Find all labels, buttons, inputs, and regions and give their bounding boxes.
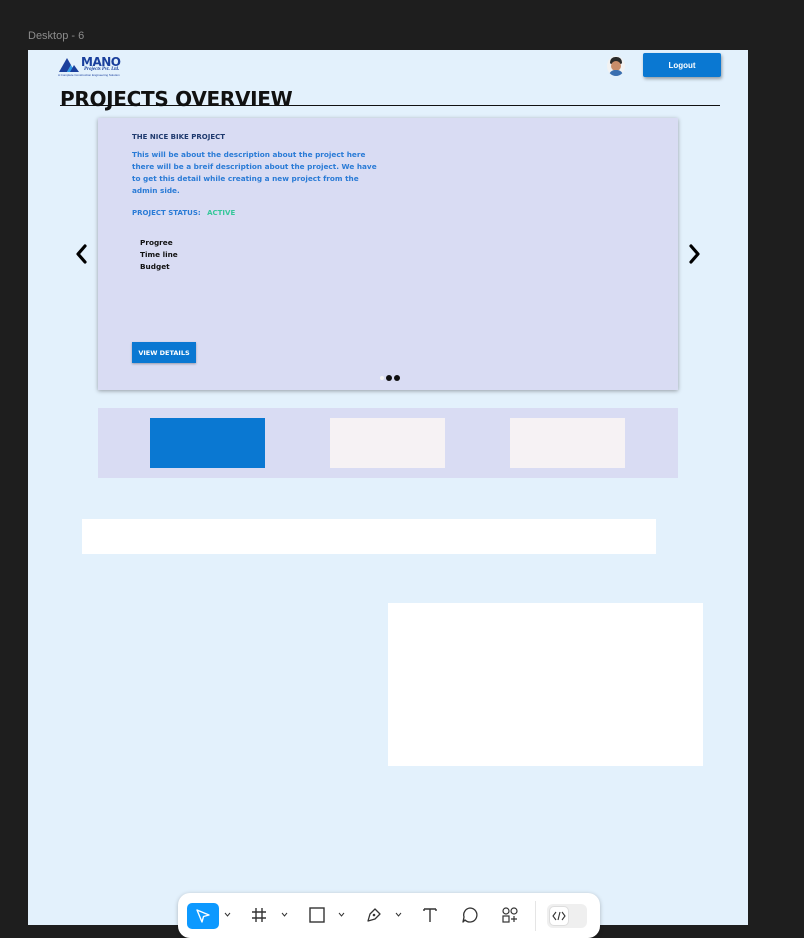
tab-3[interactable] bbox=[510, 418, 625, 468]
logo-mark-icon bbox=[59, 58, 79, 72]
tab-1[interactable] bbox=[150, 418, 265, 468]
company-logo[interactable]: MANO Projects Pvt. Ltd. A Complete Const… bbox=[58, 55, 133, 77]
status-label: PROJECT STATUS: bbox=[132, 209, 201, 217]
carousel-dot-2[interactable] bbox=[386, 375, 392, 381]
carousel-dot-1[interactable] bbox=[380, 376, 384, 380]
title-divider bbox=[60, 105, 720, 106]
content-bar-placeholder bbox=[82, 519, 656, 554]
frame-icon bbox=[252, 908, 266, 922]
metric-budget: Budget bbox=[140, 262, 170, 271]
chevron-right-icon bbox=[689, 244, 700, 264]
chevron-down-icon[interactable] bbox=[281, 912, 288, 917]
frame-label[interactable]: Desktop - 6 bbox=[28, 30, 84, 42]
actions-icon bbox=[502, 907, 518, 923]
text-tool[interactable] bbox=[421, 903, 439, 927]
chevron-down-icon[interactable] bbox=[224, 912, 231, 917]
tabs-band bbox=[98, 408, 678, 478]
project-status: PROJECT STATUS: ACTIVE bbox=[132, 209, 235, 217]
project-metrics: Progree Time line Budget bbox=[140, 237, 178, 273]
dev-mode-knob bbox=[549, 906, 569, 926]
chevron-down-icon[interactable] bbox=[395, 912, 402, 917]
status-badge: ACTIVE bbox=[207, 209, 236, 217]
page-title: PROJECTS OVERVIEW bbox=[60, 87, 293, 111]
pen-tool[interactable] bbox=[365, 903, 383, 927]
project-card: THE NICE BIKE PROJECT This will be about… bbox=[98, 118, 678, 390]
desktop-frame: MANO Projects Pvt. Ltd. A Complete Const… bbox=[28, 50, 748, 925]
move-icon bbox=[196, 909, 210, 923]
metric-progress: Progree bbox=[140, 238, 173, 247]
actions-tool[interactable] bbox=[501, 903, 519, 927]
project-name: THE NICE BIKE PROJECT bbox=[132, 133, 226, 141]
logo-subtitle: Projects Pvt. Ltd. bbox=[84, 67, 120, 72]
carousel-prev-button[interactable] bbox=[72, 243, 92, 265]
carousel-dot-3[interactable] bbox=[394, 375, 400, 381]
view-details-button[interactable]: VIEW DETAILS bbox=[132, 342, 196, 363]
logout-button[interactable]: Logout bbox=[643, 53, 721, 77]
comment-tool[interactable] bbox=[461, 903, 479, 927]
content-box-placeholder bbox=[388, 603, 703, 766]
dev-mode-toggle[interactable] bbox=[547, 904, 587, 928]
metric-timeline: Time line bbox=[140, 250, 178, 259]
avatar[interactable] bbox=[607, 56, 625, 76]
rectangle-tool[interactable] bbox=[308, 903, 326, 927]
carousel-pagination bbox=[380, 375, 400, 381]
comment-icon bbox=[462, 907, 478, 923]
text-icon bbox=[423, 908, 437, 922]
chevron-down-icon[interactable] bbox=[338, 912, 345, 917]
code-icon bbox=[552, 911, 566, 921]
logo-tagline: A Complete Construction Engineering Solu… bbox=[58, 73, 120, 77]
project-description: This will be about the description about… bbox=[132, 150, 377, 195]
frame-tool[interactable] bbox=[250, 903, 268, 927]
pen-icon bbox=[367, 908, 381, 922]
tab-2[interactable] bbox=[330, 418, 445, 468]
carousel-next-button[interactable] bbox=[684, 243, 704, 265]
chevron-left-icon bbox=[76, 244, 87, 264]
design-toolbar bbox=[178, 893, 600, 938]
rectangle-icon bbox=[309, 907, 325, 923]
toolbar-divider bbox=[535, 901, 536, 931]
move-tool[interactable] bbox=[187, 903, 219, 929]
